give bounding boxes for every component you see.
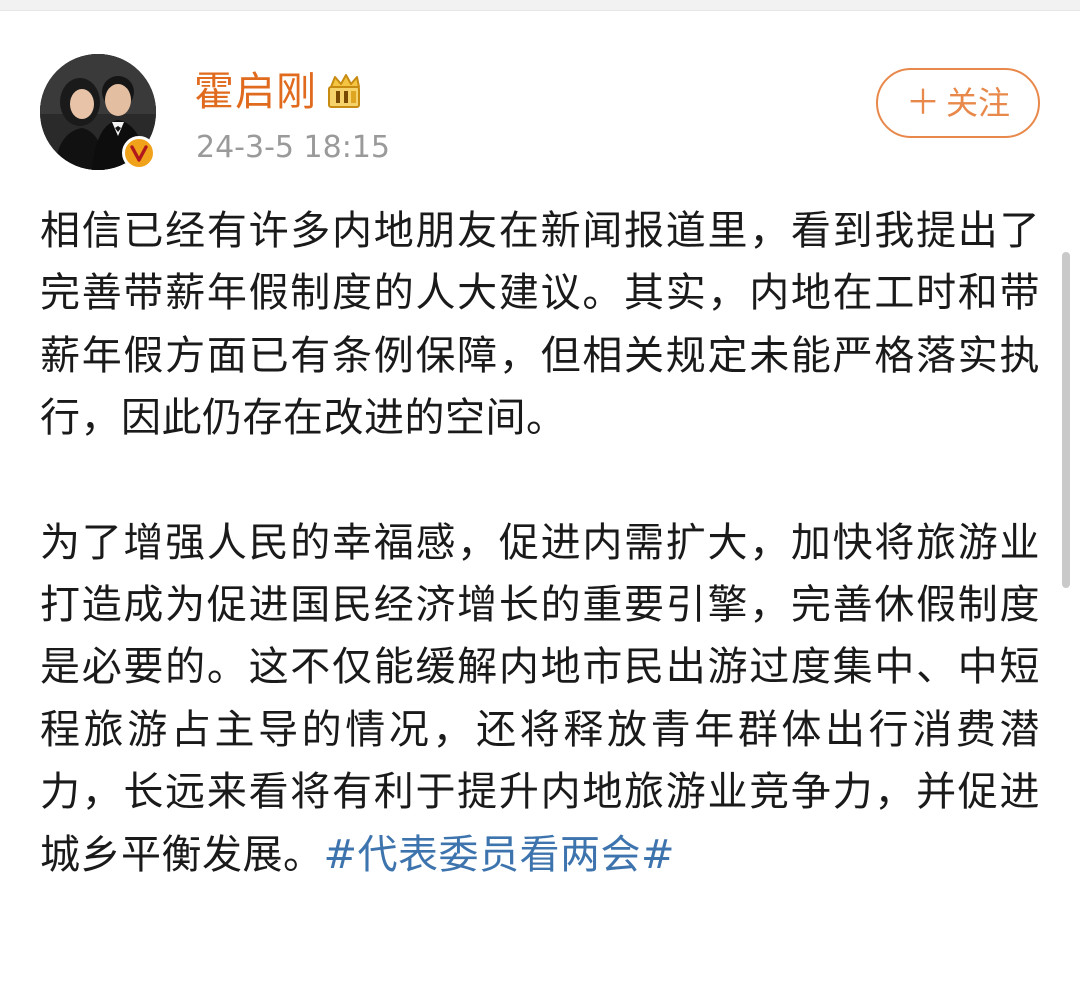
follow-button-label: 关注 xyxy=(945,84,1010,122)
post-body: 相信已经有许多内地朋友在新闻报道里，看到我提出了完善带薪年假制度的人大建议。其实… xyxy=(40,200,1040,886)
post-paragraph-2: 为了增强人民的幸福感，促进内需扩大，加快将旅游业打造成为促进国民经济增长的重要引… xyxy=(40,512,1040,886)
scrollbar-thumb[interactable] xyxy=(1062,252,1070,588)
author-name-row: 霍启刚 xyxy=(194,64,367,120)
plus-icon: ＋ xyxy=(905,83,940,123)
weibo-post-page: 霍启刚 24-3-5 18:15 ＋ 关注 相信已经有许多内地朋友在新闻报道里，… xyxy=(0,0,1080,981)
top-divider xyxy=(0,0,1080,11)
paragraph-text: 为了增强人民的幸福感，促进内需扩大，加快将旅游业打造成为促进国民经济增长的重要引… xyxy=(40,519,1040,878)
post-timestamp: 24-3-5 18:15 xyxy=(196,130,390,165)
paragraph-text: 相信已经有许多内地朋友在新闻报道里，看到我提出了完善带薪年假制度的人大建议。其实… xyxy=(40,208,1040,442)
follow-button[interactable]: ＋ 关注 xyxy=(876,68,1040,138)
crown-rank-icon xyxy=(325,71,367,113)
post-paragraph-1: 相信已经有许多内地朋友在新闻报道里，看到我提出了完善带薪年假制度的人大建议。其实… xyxy=(40,200,1040,450)
hashtag-link[interactable]: #代表委员看两会# xyxy=(324,832,676,878)
verified-v-badge-icon xyxy=(122,136,156,170)
author-name[interactable]: 霍启刚 xyxy=(194,64,317,120)
